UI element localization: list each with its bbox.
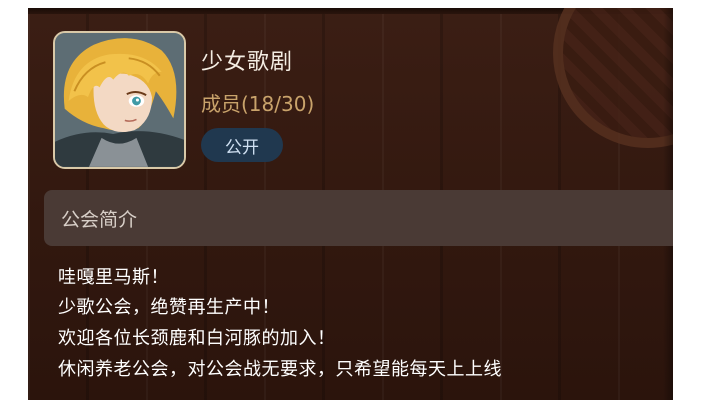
avatar-portrait-icon — [55, 33, 184, 167]
guild-name: 少女歌剧 — [201, 50, 294, 75]
member-count: 成员(18/30) — [201, 88, 314, 117]
status-badge: 公开 — [201, 128, 283, 162]
decorative-emblem — [553, 8, 673, 148]
intro-line-2: 少歌公会，绝赞再生产中！ — [58, 297, 280, 318]
member-count-value: (18/30) — [241, 92, 315, 116]
member-label: 成员 — [201, 92, 241, 116]
intro-line-4: 休闲养老公会，对公会战无要求，只希望能每天上上线 — [58, 359, 502, 380]
guild-info-panel: 少女歌剧 成员(18/30) 公开 公会简介 哇嘎里马斯！ 少歌公会，绝赞再生产… — [28, 8, 673, 400]
section-title: 公会简介 — [61, 209, 138, 231]
guild-avatar[interactable] — [53, 31, 186, 169]
guild-intro-header: 公会简介 — [44, 190, 673, 246]
intro-line-1: 哇嘎里马斯！ — [58, 267, 169, 288]
intro-line-3: 欢迎各位长颈鹿和白河豚的加入！ — [58, 328, 336, 349]
